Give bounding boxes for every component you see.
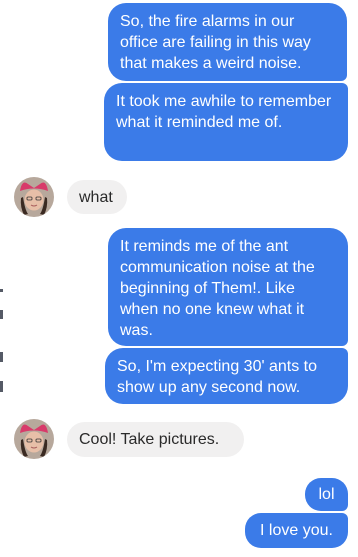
left-edge-marker — [0, 289, 3, 292]
contact-avatar[interactable] — [14, 177, 54, 217]
outgoing-message-bubble: It took me awhile to remember what it re… — [104, 83, 348, 161]
contact-avatar[interactable] — [14, 419, 54, 459]
left-edge-marker — [0, 310, 3, 319]
outgoing-message-bubble: It reminds me of the ant communication n… — [108, 228, 348, 346]
outgoing-message-bubble: I love you. — [245, 513, 348, 548]
incoming-message-bubble: Cool! Take pictures. — [67, 422, 244, 457]
outgoing-message-bubble: So, I'm expecting 30' ants to show up an… — [105, 348, 348, 404]
left-edge-marker — [0, 381, 3, 392]
user-avatar-icon — [14, 419, 54, 459]
outgoing-message-bubble: lol — [305, 478, 348, 511]
outgoing-message-bubble: So, the fire alarms in our office are fa… — [108, 3, 347, 81]
left-edge-marker — [0, 352, 3, 362]
incoming-message-bubble: what — [67, 180, 127, 214]
user-avatar-icon — [14, 177, 54, 217]
chat-thread: So, the fire alarms in our office are fa… — [0, 0, 358, 557]
